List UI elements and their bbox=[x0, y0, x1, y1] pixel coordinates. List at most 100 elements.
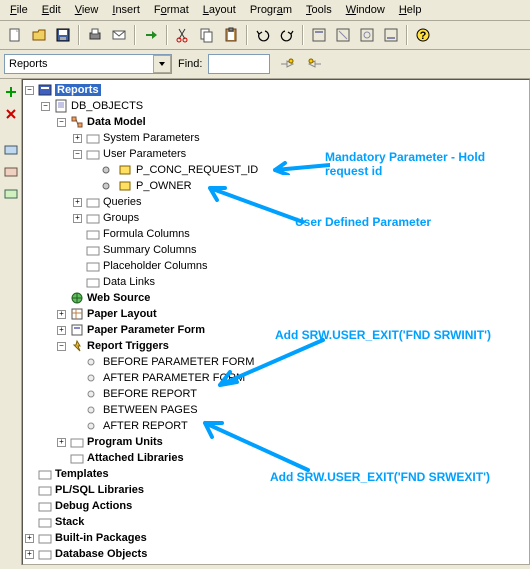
data-model-icon bbox=[70, 115, 84, 129]
tree-groups[interactable]: Groups bbox=[103, 212, 139, 224]
tree-web-source[interactable]: Web Source bbox=[87, 292, 150, 304]
tree-data-model[interactable]: Data Model bbox=[87, 116, 146, 128]
trigger-icon bbox=[86, 387, 100, 401]
main-area: −Reports −DB_OBJECTS −Data Model +System… bbox=[0, 79, 530, 565]
param-form-icon bbox=[70, 323, 84, 337]
print-button[interactable] bbox=[84, 24, 106, 46]
menu-window[interactable]: Window bbox=[340, 2, 391, 18]
tree-debug[interactable]: Debug Actions bbox=[55, 500, 132, 512]
web-icon bbox=[70, 291, 84, 305]
trigger-icon bbox=[86, 355, 100, 369]
paste-button[interactable] bbox=[220, 24, 242, 46]
menu-program[interactable]: Program bbox=[244, 2, 298, 18]
svg-text:?: ? bbox=[420, 30, 427, 42]
tree-root[interactable]: Reports bbox=[55, 84, 101, 96]
folder-icon bbox=[86, 275, 100, 289]
find-prev-button[interactable] bbox=[304, 53, 326, 75]
help-button[interactable]: ? bbox=[412, 24, 434, 46]
redo-button[interactable] bbox=[276, 24, 298, 46]
folder-icon bbox=[86, 131, 100, 145]
tree-dbobj[interactable]: Database Objects bbox=[55, 548, 147, 560]
tree-program-units[interactable]: Program Units bbox=[87, 436, 163, 448]
sidetool-a[interactable] bbox=[2, 141, 20, 159]
object-navigator-tree[interactable]: −Reports −DB_OBJECTS −Data Model +System… bbox=[22, 79, 530, 565]
copy-button[interactable] bbox=[196, 24, 218, 46]
context-combo-input[interactable] bbox=[4, 54, 172, 74]
tree-p-conc[interactable]: P_CONC_REQUEST_ID bbox=[136, 164, 258, 176]
collapse-icon[interactable]: − bbox=[41, 102, 50, 111]
expand-icon[interactable]: + bbox=[57, 438, 66, 447]
folder-icon bbox=[86, 147, 100, 161]
tree-paper-layout[interactable]: Paper Layout bbox=[87, 308, 157, 320]
tree-placeholder-cols[interactable]: Placeholder Columns bbox=[103, 260, 208, 272]
find-next-button[interactable] bbox=[276, 53, 298, 75]
cut-button[interactable] bbox=[172, 24, 194, 46]
tree-trigger-1[interactable]: BEFORE PARAMETER FORM bbox=[103, 356, 254, 368]
tree-plsql-libs[interactable]: PL/SQL Libraries bbox=[55, 484, 144, 496]
expand-icon[interactable]: + bbox=[73, 198, 82, 207]
expand-icon[interactable]: + bbox=[73, 214, 82, 223]
menu-help[interactable]: Help bbox=[393, 2, 428, 18]
new-button[interactable] bbox=[4, 24, 26, 46]
tree-db-objects[interactable]: DB_OBJECTS bbox=[71, 100, 143, 112]
undo-button[interactable] bbox=[252, 24, 274, 46]
tree-builtin[interactable]: Built-in Packages bbox=[55, 532, 147, 544]
expand-icon[interactable]: + bbox=[25, 534, 34, 543]
collapse-icon[interactable]: − bbox=[57, 342, 66, 351]
expand-icon[interactable]: + bbox=[57, 310, 66, 319]
tree-sys-params[interactable]: System Parameters bbox=[103, 132, 200, 144]
sidetool-c[interactable] bbox=[2, 185, 20, 203]
tree-trigger-4[interactable]: BETWEEN PAGES bbox=[103, 404, 198, 416]
tree-attached-libs[interactable]: Attached Libraries bbox=[87, 452, 184, 464]
collapse-icon[interactable]: − bbox=[57, 118, 66, 127]
menu-layout[interactable]: Layout bbox=[197, 2, 242, 18]
expand-icon[interactable]: + bbox=[57, 326, 66, 335]
tree-trigger-5[interactable]: AFTER REPORT bbox=[103, 420, 188, 432]
tree-data-links[interactable]: Data Links bbox=[103, 276, 155, 288]
expand-icon[interactable]: + bbox=[73, 134, 82, 143]
folder-icon bbox=[38, 531, 52, 545]
open-button[interactable] bbox=[28, 24, 50, 46]
menu-format[interactable]: Format bbox=[148, 2, 195, 18]
tree-trigger-3[interactable]: BEFORE REPORT bbox=[103, 388, 197, 400]
folder-icon bbox=[70, 451, 84, 465]
tree-summary-cols[interactable]: Summary Columns bbox=[103, 244, 197, 256]
run-button[interactable] bbox=[140, 24, 162, 46]
collapse-icon[interactable]: − bbox=[25, 86, 34, 95]
folder-icon bbox=[38, 483, 52, 497]
tree-paper-param-form[interactable]: Paper Parameter Form bbox=[87, 324, 205, 336]
tree-queries[interactable]: Queries bbox=[103, 196, 142, 208]
tree-report-triggers[interactable]: Report Triggers bbox=[87, 340, 169, 352]
menu-insert[interactable]: Insert bbox=[106, 2, 146, 18]
tree-user-params[interactable]: User Parameters bbox=[103, 148, 186, 160]
expand-icon[interactable]: + bbox=[25, 550, 34, 559]
menu-view[interactable]: View bbox=[69, 2, 105, 18]
navigator-bar: Find: bbox=[0, 50, 530, 79]
chevron-down-icon[interactable] bbox=[153, 55, 171, 73]
sidetool-b[interactable] bbox=[2, 163, 20, 181]
tree-formula-cols[interactable]: Formula Columns bbox=[103, 228, 190, 240]
menu-edit[interactable]: Edit bbox=[36, 2, 67, 18]
find-label: Find: bbox=[178, 58, 202, 70]
add-icon[interactable] bbox=[2, 83, 20, 101]
tool-a-button[interactable] bbox=[308, 24, 330, 46]
folder-icon bbox=[38, 499, 52, 513]
folder-icon bbox=[38, 467, 52, 481]
folder-icon bbox=[70, 435, 84, 449]
folder-icon bbox=[86, 211, 100, 225]
tool-d-button[interactable] bbox=[380, 24, 402, 46]
tree-p-owner[interactable]: P_OWNER bbox=[136, 180, 192, 192]
context-combo[interactable] bbox=[4, 54, 172, 74]
delete-icon[interactable] bbox=[2, 105, 20, 123]
menu-file[interactable]: FFileile bbox=[4, 2, 34, 18]
collapse-icon[interactable]: − bbox=[73, 150, 82, 159]
tree-templates[interactable]: Templates bbox=[55, 468, 109, 480]
save-button[interactable] bbox=[52, 24, 74, 46]
tree-trigger-2[interactable]: AFTER PARAMETER FORM bbox=[103, 372, 245, 384]
find-input[interactable] bbox=[208, 54, 270, 74]
tree-stack[interactable]: Stack bbox=[55, 516, 84, 528]
tool-b-button[interactable] bbox=[332, 24, 354, 46]
mail-button[interactable] bbox=[108, 24, 130, 46]
tool-c-button[interactable] bbox=[356, 24, 378, 46]
menu-tools[interactable]: Tools bbox=[300, 2, 338, 18]
